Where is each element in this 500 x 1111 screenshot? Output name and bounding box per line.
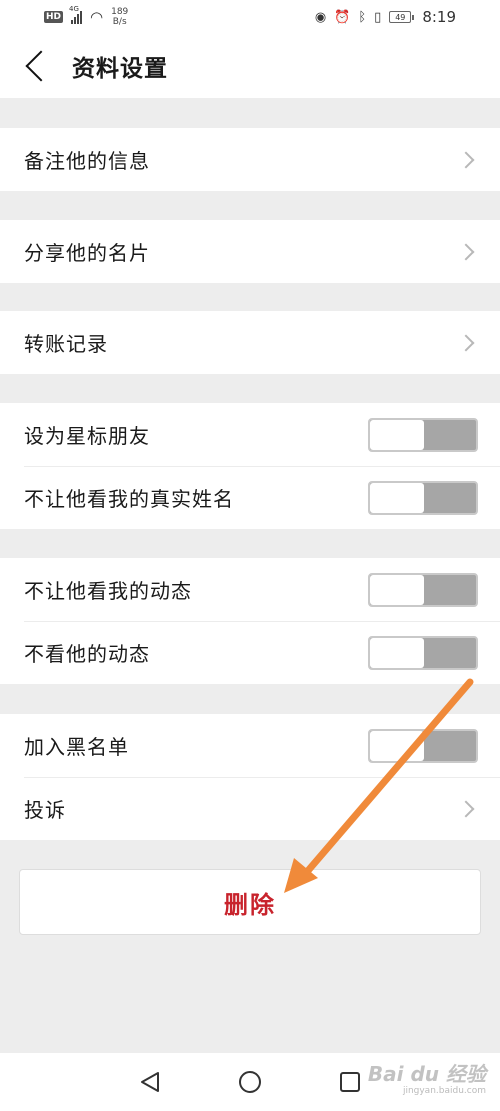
nav-recents-icon — [340, 1072, 360, 1092]
watermark-url: jingyan.baidu.com — [402, 1086, 486, 1096]
wifi-icon: ◠ — [90, 7, 104, 26]
row-mute-his-moments-label: 不看他的动态 — [24, 642, 150, 666]
group-transfer: 转账记录 — [0, 311, 500, 374]
mute-his-moments-toggle[interactable] — [368, 635, 478, 670]
row-remark[interactable]: 备注他的信息 — [0, 128, 500, 191]
chevron-right-icon — [457, 151, 475, 168]
hide-real-name-toggle[interactable] — [368, 480, 478, 515]
back-arrow-icon[interactable] — [25, 50, 57, 82]
hide-my-moments-toggle[interactable] — [368, 572, 478, 607]
network-speed-unit: B/s — [112, 17, 127, 27]
vibrate-icon: ▯ — [374, 9, 382, 25]
status-left: HD 4G ◠ 189 B/s — [44, 5, 128, 27]
row-hide-my-moments-label: 不让他看我的动态 — [24, 579, 192, 603]
nav-back-icon — [141, 1072, 159, 1092]
row-star-friend: 设为星标朋友 — [0, 403, 500, 466]
alarm-icon: ⏰ — [334, 9, 351, 25]
row-share-card[interactable]: 分享他的名片 — [0, 220, 500, 283]
eye-icon: ◉ — [314, 9, 327, 25]
nav-recents-button[interactable] — [330, 1062, 370, 1102]
row-report-label: 投诉 — [24, 798, 66, 822]
watermark-logo: Bai du 经验 — [367, 1062, 486, 1086]
group-star-privacy: 设为星标朋友 不让他看我的真实姓名 — [0, 403, 500, 529]
bluetooth-icon: ᛒ — [358, 9, 367, 25]
network-type: 4G — [69, 5, 79, 13]
row-hide-real-name: 不让他看我的真实姓名 — [0, 466, 500, 529]
chevron-right-icon — [457, 334, 475, 351]
nav-home-button[interactable] — [230, 1062, 270, 1102]
nav-back-button[interactable] — [130, 1062, 170, 1102]
delete-button[interactable]: 删除 — [19, 869, 481, 935]
nav-home-icon — [239, 1071, 261, 1093]
star-friend-toggle[interactable] — [368, 417, 478, 452]
network-speed-value: 189 — [111, 7, 129, 17]
group-remark: 备注他的信息 — [0, 128, 500, 191]
row-blacklist: 加入黑名单 — [0, 714, 500, 777]
row-share-card-label: 分享他的名片 — [24, 241, 150, 265]
hd-badge: HD — [44, 11, 64, 23]
row-mute-his-moments: 不看他的动态 — [0, 621, 500, 684]
row-remark-label: 备注他的信息 — [24, 149, 150, 173]
row-hide-real-name-label: 不让他看我的真实姓名 — [24, 487, 234, 511]
clock: 8:19 — [422, 8, 456, 26]
page-title: 资料设置 — [72, 56, 168, 82]
blacklist-toggle[interactable] — [368, 728, 478, 763]
group-moments: 不让他看我的动态 不看他的动态 — [0, 558, 500, 684]
battery-icon: 49 — [389, 11, 415, 23]
row-transfer-records[interactable]: 转账记录 — [0, 311, 500, 374]
status-bar: HD 4G ◠ 189 B/s ◉ ⏰ ᛒ ▯ 49 8:19 — [0, 0, 500, 34]
row-hide-my-moments: 不让他看我的动态 — [0, 558, 500, 621]
row-star-friend-label: 设为星标朋友 — [24, 424, 150, 448]
network-speed: 189 B/s — [111, 7, 128, 27]
group-share: 分享他的名片 — [0, 220, 500, 283]
status-right: ◉ ⏰ ᛒ ▯ 49 8:19 — [315, 8, 456, 26]
row-blacklist-label: 加入黑名单 — [24, 735, 129, 759]
cell-signal-icon: 4G — [69, 5, 83, 24]
chevron-right-icon — [457, 800, 475, 817]
header: 资料设置 — [0, 34, 500, 98]
battery-level: 49 — [389, 11, 412, 23]
row-transfer-records-label: 转账记录 — [24, 332, 108, 356]
group-block-report: 加入黑名单 投诉 — [0, 714, 500, 840]
row-report[interactable]: 投诉 — [0, 777, 500, 840]
chevron-right-icon — [457, 243, 475, 260]
